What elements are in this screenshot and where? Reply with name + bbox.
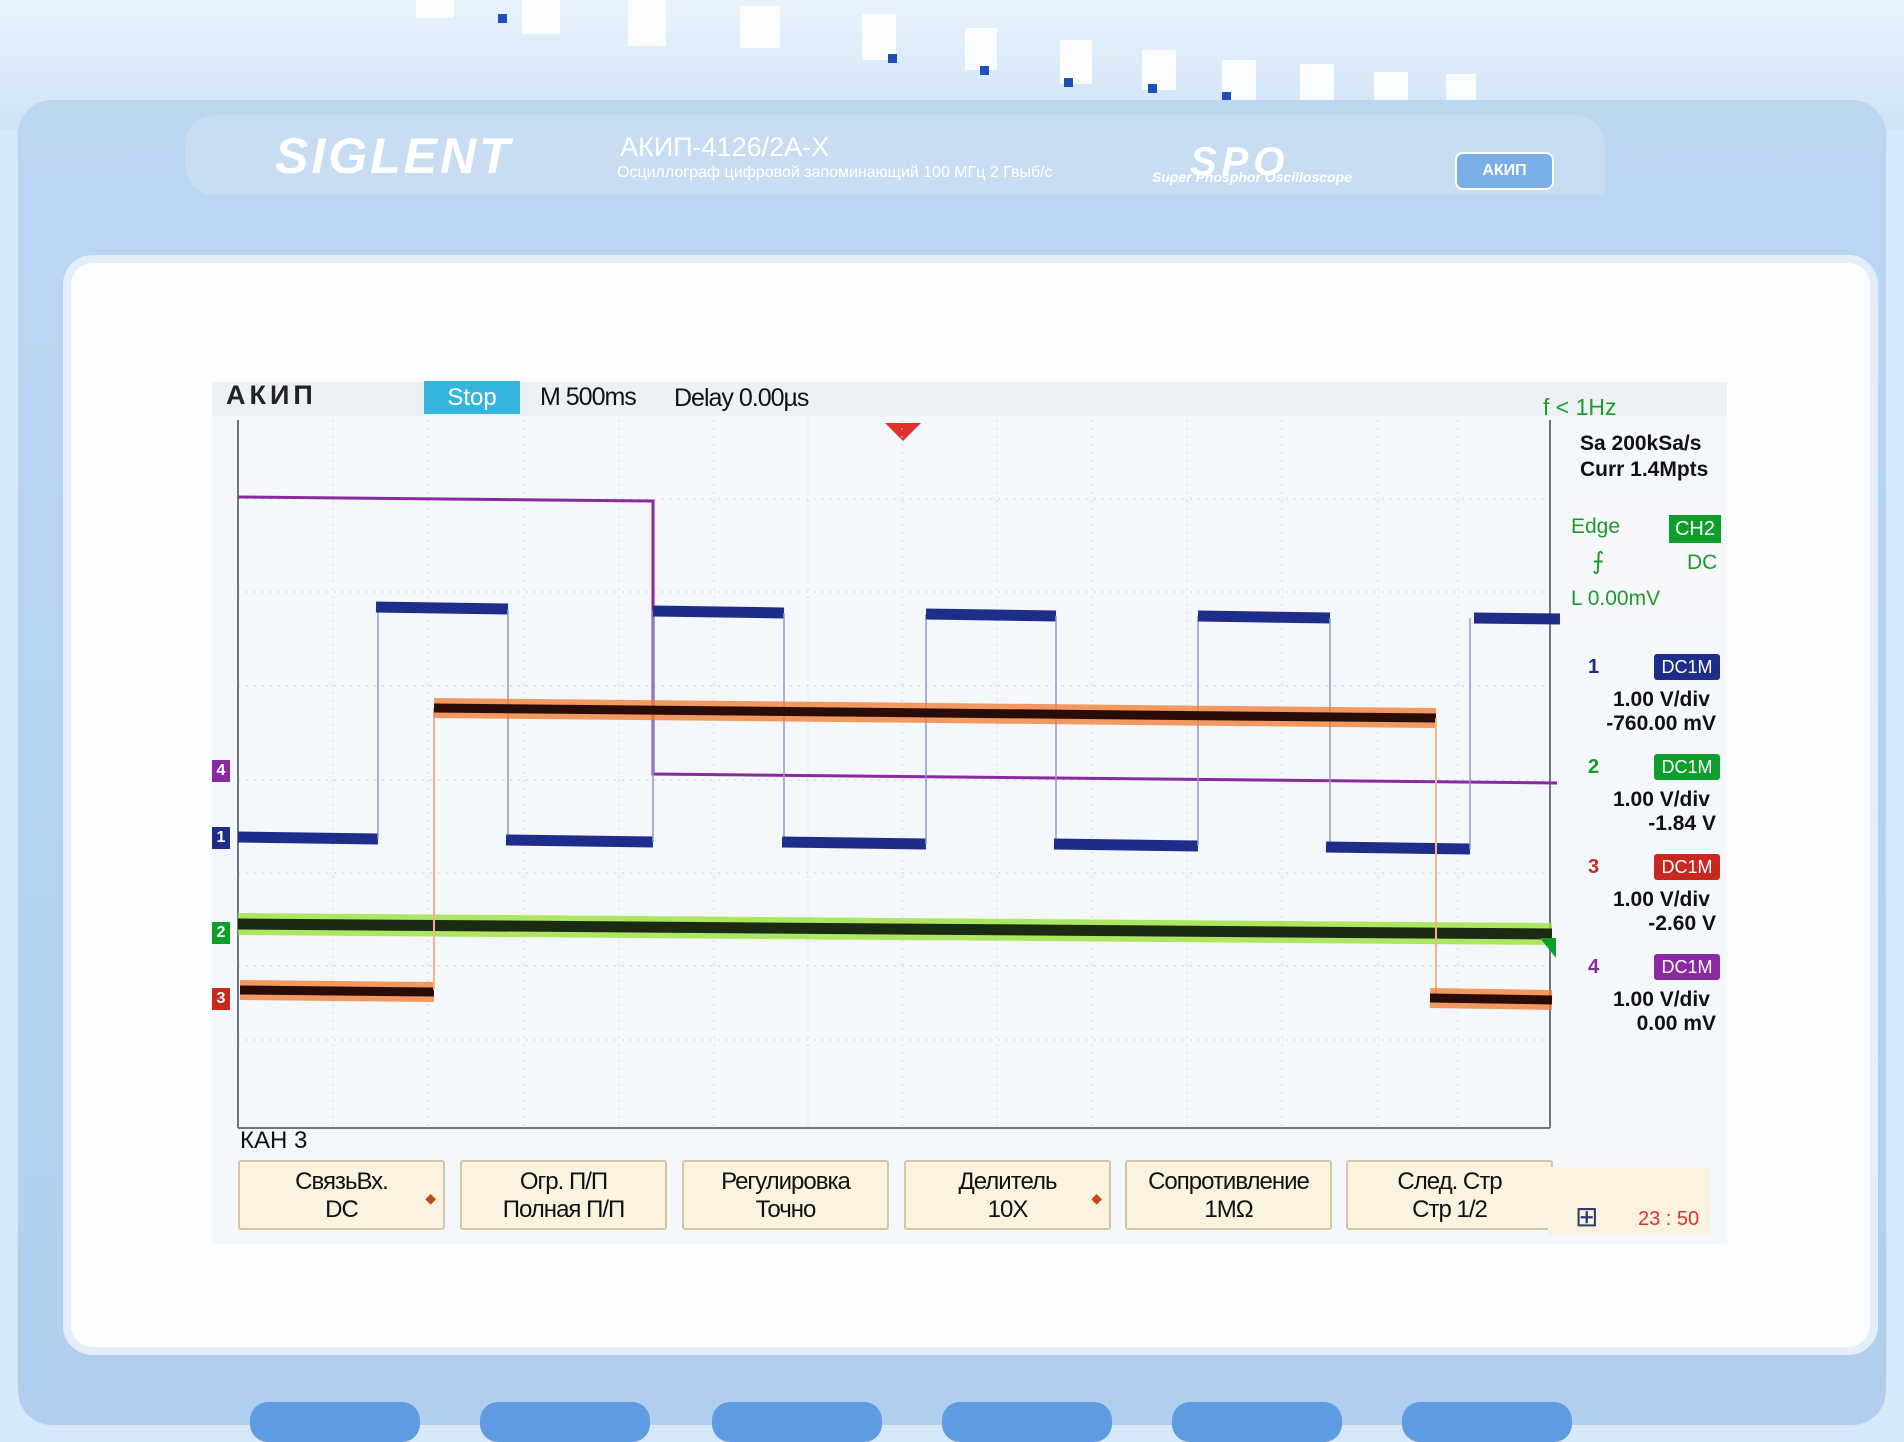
channel-2-marker[interactable]: 2 [212, 922, 230, 944]
channel-4-trace [237, 495, 1558, 785]
softkey-label: Сопротивление [1148, 1168, 1310, 1195]
softkey-bandwidth-limit[interactable]: Огр. П/П Полная П/П [460, 1160, 667, 1230]
channel-4-marker[interactable]: 4 [212, 760, 230, 782]
menu-title: КАН 3 [240, 1127, 308, 1154]
softkey-label: Делитель [958, 1168, 1058, 1195]
front-panel-key[interactable] [250, 1402, 420, 1442]
softkey-value: Точно [755, 1196, 817, 1223]
front-panel-key[interactable] [712, 1402, 882, 1442]
front-panel-key[interactable] [1172, 1402, 1342, 1442]
softkey-value: 10X [987, 1196, 1029, 1223]
front-panel-key[interactable] [942, 1402, 1112, 1442]
softkey-label: След. Стр [1397, 1168, 1502, 1195]
channel-3-trace [239, 985, 435, 997]
softkey-value: 1MΩ [1204, 1196, 1253, 1223]
softkey-next-page[interactable]: След. Стр Стр 1/2 [1346, 1160, 1553, 1230]
softkey-label: Огр. П/П [519, 1168, 608, 1195]
front-panel-key[interactable] [480, 1402, 650, 1442]
channel-3-marker[interactable]: 3 [212, 988, 230, 1010]
softkey-probe[interactable]: Делитель 10X ◆ [904, 1160, 1111, 1230]
channel-1-trace [237, 601, 1561, 855]
softkey-impedance[interactable]: Сопротивление 1MΩ [1125, 1160, 1332, 1230]
cycle-arrow-icon: ◆ [1091, 1190, 1102, 1206]
softkey-coupling[interactable]: СвязьВх. DC ◆ [238, 1160, 445, 1230]
softkey-label: Регулировка [721, 1168, 851, 1195]
channel-3-trace [1429, 993, 1553, 1005]
softkey-value: DC [325, 1196, 359, 1223]
clock: 23 : 50 [1638, 1208, 1700, 1230]
softkey-value: Стр 1/2 [1412, 1196, 1488, 1223]
channel-1-marker[interactable]: 1 [212, 827, 230, 849]
front-panel-key[interactable] [1402, 1402, 1572, 1442]
network-icon: ⊞ [1575, 1201, 1599, 1232]
softkey-label: СвязьВх. [295, 1168, 389, 1195]
softkey-value: Полная П/П [502, 1196, 626, 1223]
softkey-adjust[interactable]: Регулировка Точно [682, 1160, 889, 1230]
cycle-arrow-icon: ◆ [425, 1190, 436, 1206]
channel-2-edge-marker-icon [1540, 938, 1556, 958]
